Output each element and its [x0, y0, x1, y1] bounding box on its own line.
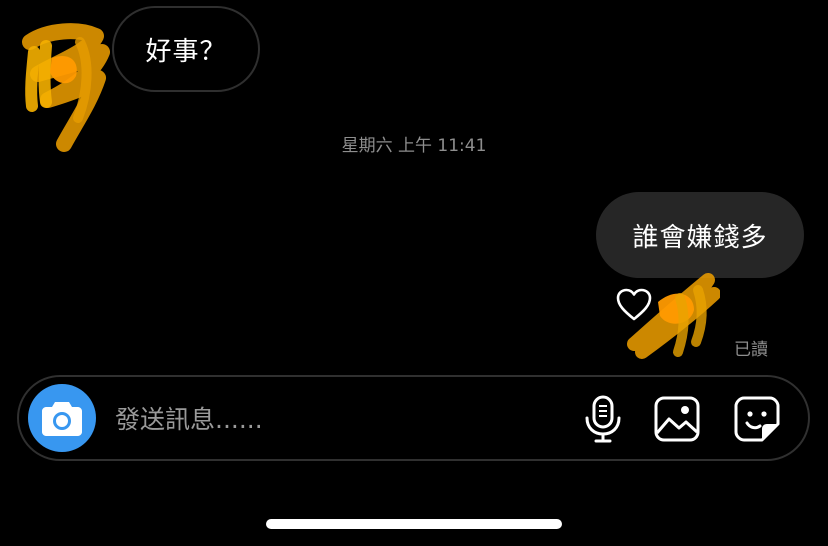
incoming-message-bubble[interactable]: 好事？ [112, 6, 260, 92]
redacted-reactor-scribble [627, 273, 720, 359]
seen-status: 已讀 [734, 340, 768, 360]
microphone-icon [585, 395, 621, 443]
outgoing-message-bubble[interactable]: 誰會嫌錢多 [596, 192, 804, 278]
sticker-icon [734, 396, 780, 442]
gallery-button[interactable] [651, 393, 703, 445]
image-gallery-icon [654, 396, 700, 442]
outgoing-message-text: 誰會嫌錢多 [632, 222, 768, 253]
camera-icon [42, 402, 82, 436]
message-composer [17, 375, 810, 461]
microphone-button[interactable] [577, 393, 629, 445]
message-input[interactable] [115, 399, 555, 439]
sticker-button[interactable] [731, 393, 783, 445]
incoming-message-text: 好事？ [145, 36, 227, 67]
message-timestamp: 星期六 上午 11:41 [341, 136, 487, 156]
chat-screen: 好事？ 星期六 上午 11:41 誰會嫌錢多 已讀 [0, 0, 828, 546]
camera-button[interactable] [28, 384, 96, 452]
home-indicator[interactable] [266, 519, 562, 529]
